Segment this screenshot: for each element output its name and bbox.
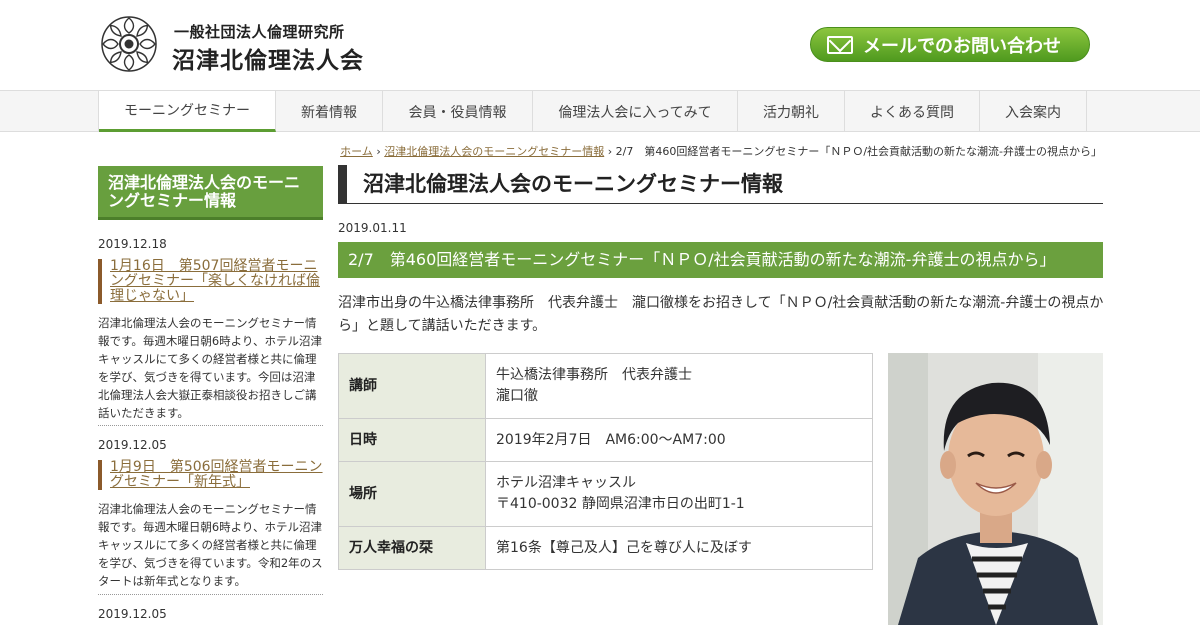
site-logo-text[interactable]: 沼津北倫理法人会 bbox=[172, 41, 364, 75]
sidebar-post: 2019.12.18 1月16日 第507回経営者モーニングセミナー「楽しくなけ… bbox=[98, 237, 323, 422]
nav-label: 倫理法人会に入ってみて bbox=[558, 104, 712, 121]
nav-item-join[interactable]: 入会案内 bbox=[980, 91, 1087, 132]
page-title: 沼津北倫理法人会のモーニングセミナー情報 bbox=[338, 165, 1103, 204]
nav-item-morning-seminar[interactable]: モーニングセミナー bbox=[99, 91, 276, 132]
table-value-line: ホテル沼津キャッスル bbox=[496, 475, 636, 491]
sidebar-post: 2019.12.05 bbox=[98, 607, 323, 621]
seminar-info-table: 講師 牛込橋法律事務所 代表弁護士 瀧口徹 日時 2019年2月7日 AM6:0… bbox=[338, 353, 873, 570]
table-value-line: 2019年2月7日 AM6:00～AM7:00 bbox=[496, 431, 726, 448]
mail-contact-label: メールでのお問い合わせ bbox=[863, 35, 1061, 57]
org-seal-icon[interactable] bbox=[100, 15, 158, 73]
table-row: 万人幸福の栞 第16条【尊己及人】己を尊び人に及ぼす bbox=[338, 526, 873, 570]
table-value-line: 〒410-0032 静岡県沼津市日の出町1-1 bbox=[496, 496, 745, 512]
table-row: 場所 ホテル沼津キャッスル 〒410-0032 静岡県沼津市日の出町1-1 bbox=[338, 461, 873, 527]
breadcrumb-category-link[interactable]: 沼津北倫理法人会のモーニングセミナー情報 bbox=[384, 145, 604, 158]
sidebar-post-excerpt: 沼津北倫理法人会のモーニングセミナー情報です。毎週木曜日朝6時より、ホテル沼津キ… bbox=[98, 502, 323, 588]
breadcrumb-home-link[interactable]: ホーム bbox=[340, 145, 373, 158]
nav-label: 新着情報 bbox=[301, 104, 357, 121]
table-value: ホテル沼津キャッスル 〒410-0032 静岡県沼津市日の出町1-1 bbox=[485, 461, 873, 527]
post-title: 2/7 第460回経営者モーニングセミナー「ＮＰＯ/社会貢献活動の新たな潮流-弁… bbox=[338, 242, 1103, 278]
sidebar-divider bbox=[98, 594, 323, 595]
nav-item-news[interactable]: 新着情報 bbox=[276, 91, 383, 132]
table-value-line: 第16条【尊己及人】己を尊び人に及ぼす bbox=[496, 539, 752, 556]
post-date: 2019.01.11 bbox=[338, 221, 407, 235]
nav-label: よくある質問 bbox=[870, 104, 954, 121]
speaker-portrait bbox=[888, 353, 1103, 625]
table-value-line: 瀧口徹 bbox=[496, 388, 538, 404]
sidebar-post-date: 2019.12.05 bbox=[98, 438, 167, 452]
nav-label: 活力朝礼 bbox=[763, 104, 819, 121]
sidebar-post-link[interactable]: 1月9日 第506回経営者モーニングセミナー「新年式」 bbox=[98, 460, 323, 490]
breadcrumb-separator: › bbox=[376, 145, 381, 158]
speaker-photo bbox=[888, 353, 1103, 625]
sidebar-post-excerpt: 沼津北倫理法人会のモーニングセミナー情報です。毎週木曜日朝6時より、ホテル沼津キ… bbox=[98, 316, 322, 420]
table-key: 万人幸福の栞 bbox=[338, 526, 486, 570]
nav-label: 入会案内 bbox=[1005, 104, 1061, 121]
nav-item-members[interactable]: 会員・役員情報 bbox=[383, 91, 533, 132]
table-row: 講師 牛込橋法律事務所 代表弁護士 瀧口徹 bbox=[338, 353, 873, 419]
global-nav: モーニングセミナー 新着情報 会員・役員情報 倫理法人会に入ってみて 活力朝礼 … bbox=[0, 90, 1200, 132]
sidebar-post-date: 2019.12.18 bbox=[98, 237, 167, 251]
nav-label: モーニングセミナー bbox=[124, 103, 250, 119]
table-key: 日時 bbox=[338, 418, 486, 462]
sidebar-heading: 沼津北倫理法人会のモーニングセミナー情報 bbox=[98, 166, 323, 220]
table-key: 講師 bbox=[338, 353, 486, 419]
breadcrumb-separator: › bbox=[607, 145, 613, 158]
breadcrumb-current: 2/7 第460回経営者モーニングセミナー「ＮＰＯ/社会貢献活動の新たな潮流-弁… bbox=[615, 145, 1102, 158]
table-row: 日時 2019年2月7日 AM6:00～AM7:00 bbox=[338, 418, 873, 462]
table-value: 牛込橋法律事務所 代表弁護士 瀧口徹 bbox=[485, 353, 873, 419]
envelope-icon bbox=[827, 36, 853, 54]
nav-label: 会員・役員情報 bbox=[408, 104, 507, 121]
post-body: 沼津市出身の牛込橋法律事務所 代表弁護士 瀧口徹様をお招きして「ＮＰＯ/社会貢献… bbox=[338, 295, 1104, 334]
table-value-line: 牛込橋法律事務所 代表弁護士 bbox=[496, 367, 692, 383]
sidebar-divider bbox=[98, 425, 323, 426]
table-key: 場所 bbox=[338, 461, 486, 527]
nav-item-morning-assembly[interactable]: 活力朝礼 bbox=[738, 91, 845, 132]
table-value: 第16条【尊己及人】己を尊び人に及ぼす bbox=[485, 526, 873, 570]
org-type-label: 一般社団法人倫理研究所 bbox=[174, 23, 345, 41]
sidebar-post-link[interactable]: 1月16日 第507回経営者モーニングセミナー「楽しくなければ倫理じゃない」 bbox=[98, 259, 323, 304]
breadcrumb: ホーム › 沼津北倫理法人会のモーニングセミナー情報 › 2/7 第460回経営… bbox=[340, 143, 1102, 159]
sidebar-post-date: 2019.12.05 bbox=[98, 607, 167, 621]
nav-item-testimonials[interactable]: 倫理法人会に入ってみて bbox=[533, 91, 738, 132]
table-value: 2019年2月7日 AM6:00～AM7:00 bbox=[485, 418, 873, 462]
site-header: 一般社団法人倫理研究所 沼津北倫理法人会 メールでのお問い合わせ bbox=[0, 0, 1200, 90]
sidebar-post: 2019.12.05 1月9日 第506回経営者モーニングセミナー「新年式」 沼… bbox=[98, 438, 323, 590]
mail-contact-button[interactable]: メールでのお問い合わせ bbox=[810, 27, 1090, 62]
nav-item-faq[interactable]: よくある質問 bbox=[845, 91, 980, 132]
